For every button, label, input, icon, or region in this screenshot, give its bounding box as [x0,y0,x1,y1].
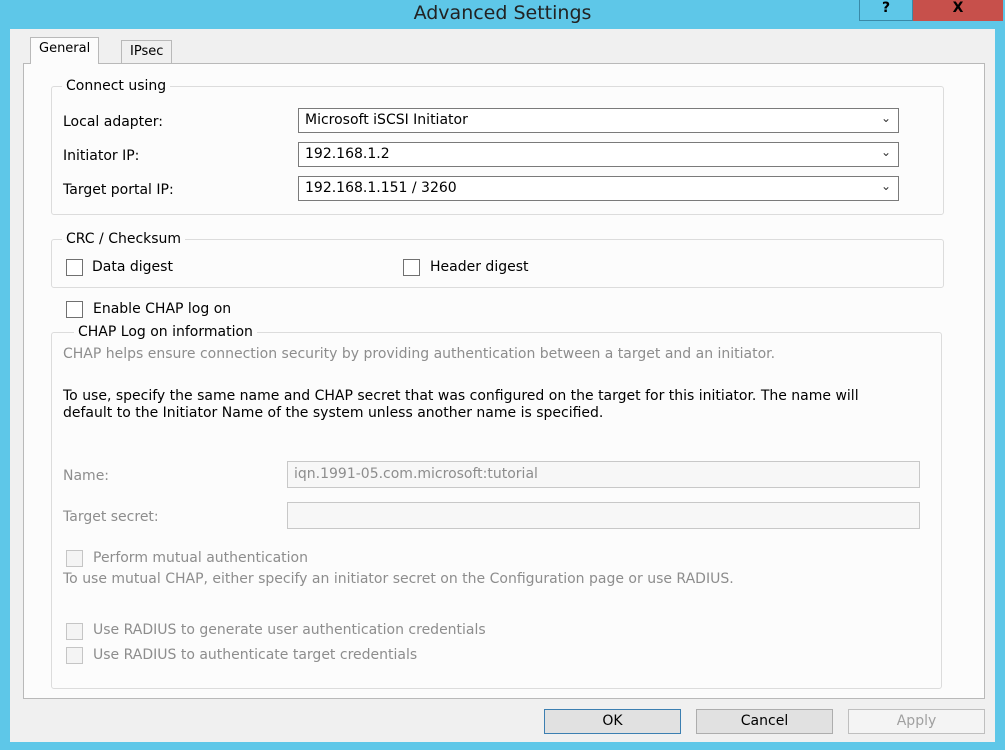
radius-generate-checkbox[interactable] [66,623,83,640]
chap-legend: CHAP Log on information [74,324,257,340]
connect-using-legend: Connect using [62,78,171,94]
chap-instructions: To use, specify the same name and CHAP s… [63,388,859,421]
chap-description: CHAP helps ensure connection security by… [63,346,776,362]
chevron-down-icon: ⌄ [880,179,891,193]
data-digest-label: Data digest [92,259,173,275]
mutual-auth-checkbox[interactable] [66,550,83,567]
initiator-ip-value: 192.168.1.2 [305,146,390,162]
target-portal-select[interactable]: 192.168.1.151 / 3260 ⌄ [298,176,899,201]
tab-ipsec[interactable]: IPsec [121,40,173,64]
local-adapter-select[interactable]: Microsoft iSCSI Initiator ⌄ [298,108,899,133]
radius-authenticate-checkbox[interactable] [66,647,83,664]
local-adapter-value: Microsoft iSCSI Initiator [305,112,468,128]
data-digest-checkbox[interactable] [66,259,83,276]
close-button[interactable]: X [913,0,1003,21]
chap-name-label: Name: [63,468,110,484]
crc-legend: CRC / Checksum [62,231,186,247]
initiator-ip-label: Initiator IP: [63,148,140,164]
apply-button[interactable]: Apply [848,709,985,734]
tab-general[interactable]: General [30,37,100,64]
enable-chap-checkbox[interactable] [66,301,83,318]
header-digest-label: Header digest [430,259,529,275]
ok-button[interactable]: OK [544,709,681,734]
radius-authenticate-label: Use RADIUS to authenticate target creden… [93,647,418,663]
header-digest-checkbox[interactable] [403,259,420,276]
cancel-button[interactable]: Cancel [696,709,833,734]
window-title: Advanced Settings [413,2,592,24]
local-adapter-label: Local adapter: [63,114,163,130]
target-secret-input[interactable] [287,502,920,529]
radius-generate-label: Use RADIUS to generate user authenticati… [93,622,486,638]
target-portal-value: 192.168.1.151 / 3260 [305,180,457,196]
chevron-down-icon: ⌄ [880,145,891,159]
mutual-auth-label: Perform mutual authentication [93,550,308,566]
target-portal-label: Target portal IP: [63,182,174,198]
target-secret-label: Target secret: [63,509,159,525]
mutual-description: To use mutual CHAP, either specify an in… [63,571,734,587]
help-button[interactable]: ? [859,0,913,21]
chevron-down-icon: ⌄ [880,111,891,125]
enable-chap-label: Enable CHAP log on [93,301,232,317]
initiator-ip-select[interactable]: 192.168.1.2 ⌄ [298,142,899,167]
chap-name-input[interactable]: iqn.1991-05.com.microsoft:tutorial [287,461,920,488]
